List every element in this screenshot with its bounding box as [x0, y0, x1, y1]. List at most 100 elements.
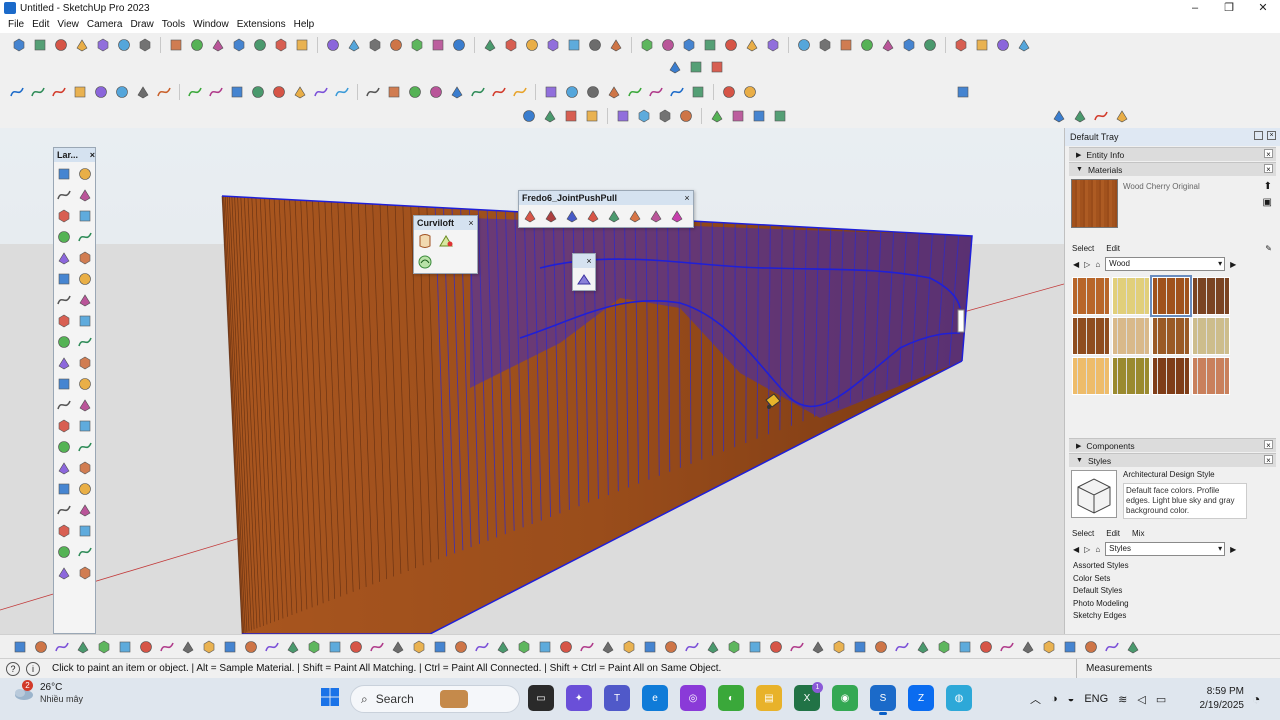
maximize-button[interactable]: ❐ [1212, 0, 1246, 16]
battery-icon[interactable]: ▭ [1156, 693, 1166, 706]
create-material-icon[interactable]: ⬆ [1264, 181, 1272, 192]
circle-icon[interactable] [55, 270, 73, 288]
extension-tool-42-icon[interactable] [871, 637, 890, 656]
back-arrow-icon[interactable]: ◀ [1073, 545, 1079, 554]
draw-tool-8-icon[interactable] [155, 83, 173, 101]
walk-icon[interactable] [76, 459, 94, 477]
rectangle-icon[interactable] [55, 249, 73, 267]
extension-tool-5-icon[interactable] [94, 637, 113, 656]
draw-tool-32-icon[interactable] [689, 83, 707, 101]
draw-tool-24-icon[interactable] [511, 83, 529, 101]
forward-arrow-icon[interactable]: ▷ [1084, 260, 1090, 269]
style-collection-item[interactable]: Photo Modeling [1073, 598, 1272, 611]
extension-tool-45-icon[interactable] [934, 637, 953, 656]
draw-tool-19-icon[interactable] [406, 83, 424, 101]
menu-file[interactable]: File [4, 19, 28, 30]
draw-tool-22-icon[interactable] [469, 83, 487, 101]
extension-tool-3-icon[interactable] [52, 637, 71, 656]
style-tab-edit[interactable]: Edit [1106, 529, 1120, 538]
extension-tool-24-icon[interactable] [493, 637, 512, 656]
zoom-extents-icon[interactable] [55, 501, 73, 519]
draw-tool-27-icon[interactable] [584, 83, 602, 101]
large-toolset-close-button[interactable]: × [90, 150, 95, 160]
toolbar-tool-4-icon[interactable] [73, 36, 91, 54]
chrome-icon[interactable]: ◉ [832, 685, 858, 711]
toolbar-tool-27-icon[interactable] [586, 36, 604, 54]
task-view-icon[interactable]: ▭ [528, 685, 554, 711]
curviloft-loft-icon[interactable] [416, 232, 434, 250]
toolbar-tool-8-icon[interactable] [167, 36, 185, 54]
extension-tool-49-icon[interactable] [1018, 637, 1037, 656]
curviloft-titlebar[interactable]: Curviloft × [414, 216, 477, 230]
extension-tool-21-icon[interactable] [430, 637, 449, 656]
menu-window[interactable]: Window [189, 19, 233, 30]
back-arrow-icon[interactable]: ◀ [1073, 260, 1079, 269]
extension-tool-16-icon[interactable] [325, 637, 344, 656]
small-floating-close-button[interactable]: × [583, 256, 595, 266]
extension-tool-13-icon[interactable] [262, 637, 281, 656]
joint-pushpull-close-button[interactable]: × [681, 193, 693, 203]
extension-tool-33-icon[interactable] [682, 637, 701, 656]
details-arrow-icon[interactable]: ▶ [1230, 545, 1236, 554]
extension-tool-7-icon[interactable] [136, 637, 155, 656]
material-swatch[interactable] [1192, 277, 1230, 315]
entity-info-close-icon[interactable]: × [1264, 149, 1273, 159]
extension-tool-48-icon[interactable] [997, 637, 1016, 656]
push-pull-icon[interactable] [76, 333, 94, 351]
material-swatch[interactable] [1150, 275, 1192, 317]
push-tool-3-icon[interactable] [1092, 107, 1110, 125]
draw-tool-20-icon[interactable] [427, 83, 445, 101]
tape-measure-icon[interactable] [55, 396, 73, 414]
redo-pushpull-icon[interactable] [647, 207, 665, 225]
toolbar-tool-10-icon[interactable] [209, 36, 227, 54]
draw-tool-17-icon[interactable] [364, 83, 382, 101]
toolbar-tool-44-icon[interactable] [973, 36, 991, 54]
extension-tool-25-icon[interactable] [514, 637, 533, 656]
joint-pushpull-icon[interactable] [521, 207, 539, 225]
extension-tool-2-icon[interactable] [31, 637, 50, 656]
taskbar-search-box[interactable]: ⌕ Search [350, 685, 520, 713]
extension-tool-4-icon[interactable] [73, 637, 92, 656]
help-icon[interactable]: ? [6, 661, 20, 676]
toolbar-tool-21-icon[interactable] [450, 36, 468, 54]
extension-tool-50-icon[interactable] [1039, 637, 1058, 656]
draw-tool-28-icon[interactable] [605, 83, 623, 101]
toolbar-tool-9-icon[interactable] [188, 36, 206, 54]
draw-tool-13-icon[interactable] [270, 83, 288, 101]
joint-pushpull-titlebar[interactable]: Fredo6_JointPushPull × [519, 191, 693, 205]
draw-tool-10-icon[interactable] [207, 83, 225, 101]
move-icon[interactable] [55, 333, 73, 351]
file-explorer-icon[interactable]: ▤ [756, 685, 782, 711]
draw-tool-5-icon[interactable] [92, 83, 110, 101]
language-indicator[interactable]: ENG [1084, 693, 1108, 705]
toolbar-tool-26-icon[interactable] [565, 36, 583, 54]
home-icon[interactable]: ⌂ [1095, 260, 1100, 269]
vector-pushpull-icon[interactable] [542, 207, 560, 225]
view-tool-10-icon[interactable] [729, 107, 747, 125]
draw-tool-12-icon[interactable] [249, 83, 267, 101]
windows-start-icon[interactable] [320, 687, 340, 707]
panel-styles[interactable]: ▼ Styles × [1069, 453, 1276, 467]
edge-icon[interactable]: e [642, 685, 668, 711]
toolbar-tool-39-icon[interactable] [858, 36, 876, 54]
minimize-button[interactable]: – [1178, 0, 1212, 16]
extension-tool-35-icon[interactable] [724, 637, 743, 656]
sound-icon[interactable] [76, 543, 94, 561]
extension-tool-29-icon[interactable] [598, 637, 617, 656]
select-tool-3-icon[interactable] [708, 58, 726, 76]
tray-app-icon[interactable]: ◑ [1051, 693, 1058, 705]
select-tool-2-icon[interactable] [687, 58, 705, 76]
draw-tool-34-icon[interactable] [741, 83, 759, 101]
view-tool-3-icon[interactable] [562, 107, 580, 125]
copilot-icon[interactable]: ✦ [566, 685, 592, 711]
material-swatch[interactable] [1112, 357, 1150, 395]
arc-2pt-icon[interactable] [76, 312, 94, 330]
toolbar-tool-6-icon[interactable] [115, 36, 133, 54]
toolbar-tool-37-icon[interactable] [816, 36, 834, 54]
draw-tool-9-icon[interactable] [186, 83, 204, 101]
style-collection-item[interactable]: Assorted Styles [1073, 560, 1272, 573]
draw-tool-30-icon[interactable] [647, 83, 665, 101]
pie-icon[interactable] [76, 291, 94, 309]
3d-text-icon[interactable] [76, 438, 94, 456]
curviloft-path-icon[interactable] [416, 253, 434, 271]
